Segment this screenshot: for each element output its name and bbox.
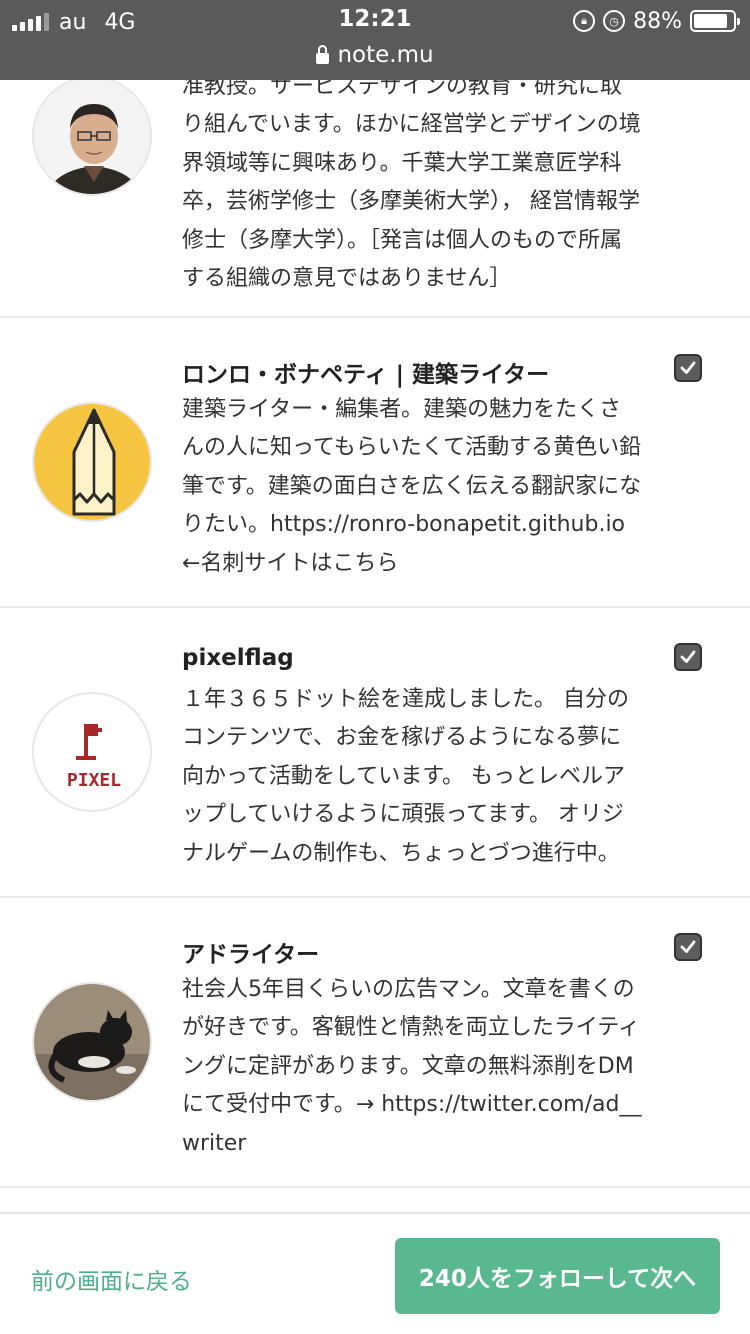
follow-checkbox[interactable] — [674, 354, 702, 382]
follow-checkbox[interactable] — [674, 643, 702, 671]
alarm-icon: ◷ — [603, 10, 626, 32]
avatar — [32, 982, 152, 1102]
list-item: pixelflag PIXEL １年３６５ドット絵を達成しました。 自分のコンテ… — [0, 608, 750, 898]
user-name[interactable]: pixelflag — [182, 645, 294, 671]
yellow-pencil-icon — [34, 404, 150, 520]
svg-text:PIXEL: PIXEL — [67, 770, 121, 791]
pixel-flag-icon: PIXEL — [34, 694, 150, 810]
status-bar: au 4G 12:21 🔒︎ ◷ 88% note.mu — [0, 0, 750, 80]
battery-icon — [690, 10, 740, 32]
check-icon — [680, 650, 696, 663]
user-description: 建築ライター・編集者。建築の魅力をたくさんの人に知ってもらいたくて活動する黄色い… — [182, 397, 642, 576]
user-description: 准教授。サービスデザインの教育・研究に取り組んでいます。ほかに経営学とデザインの… — [182, 74, 641, 292]
user-name[interactable]: ロンロ・ボナペティ | 建築ライター — [182, 355, 549, 389]
check-icon — [680, 361, 696, 374]
follow-checkbox[interactable] — [674, 933, 702, 961]
list-item: ロンロ・ボナペティ | 建築ライター 建築ライター・編集者。建築の魅力をたくさん… — [0, 318, 750, 608]
check-icon — [680, 940, 696, 953]
avatar — [32, 402, 152, 522]
back-link[interactable]: 前の画面に戻る — [31, 1262, 192, 1296]
bottom-action-bar: 前の画面に戻る 240人をフォローして次へ — [0, 1212, 750, 1334]
avatar — [32, 76, 152, 196]
user-description: １年３６５ドット絵を達成しました。 自分のコンテンツで、お金を稼げるようになる夢… — [182, 687, 629, 866]
list-item: アドライター 社会人5年目くらいの広告マン。文章を書くのが好きです。客観性と情熱… — [0, 898, 750, 1188]
user-description: 社会人5年目くらいの広告マン。文章を書くのが好きです。客観性と情熱を両立したライ… — [182, 977, 642, 1156]
lock-icon — [316, 44, 330, 64]
battery-percent: 88% — [633, 8, 682, 34]
person-photo-icon — [34, 78, 150, 194]
user-name[interactable]: アドライター — [182, 935, 319, 969]
rotation-lock-icon: 🔒︎ — [573, 10, 596, 32]
url-text: note.mu — [337, 42, 434, 68]
cat-photo-icon — [34, 984, 150, 1100]
avatar: PIXEL — [32, 692, 152, 812]
url-bar[interactable]: note.mu — [0, 42, 750, 68]
follow-next-button[interactable]: 240人をフォローして次へ — [395, 1238, 720, 1314]
